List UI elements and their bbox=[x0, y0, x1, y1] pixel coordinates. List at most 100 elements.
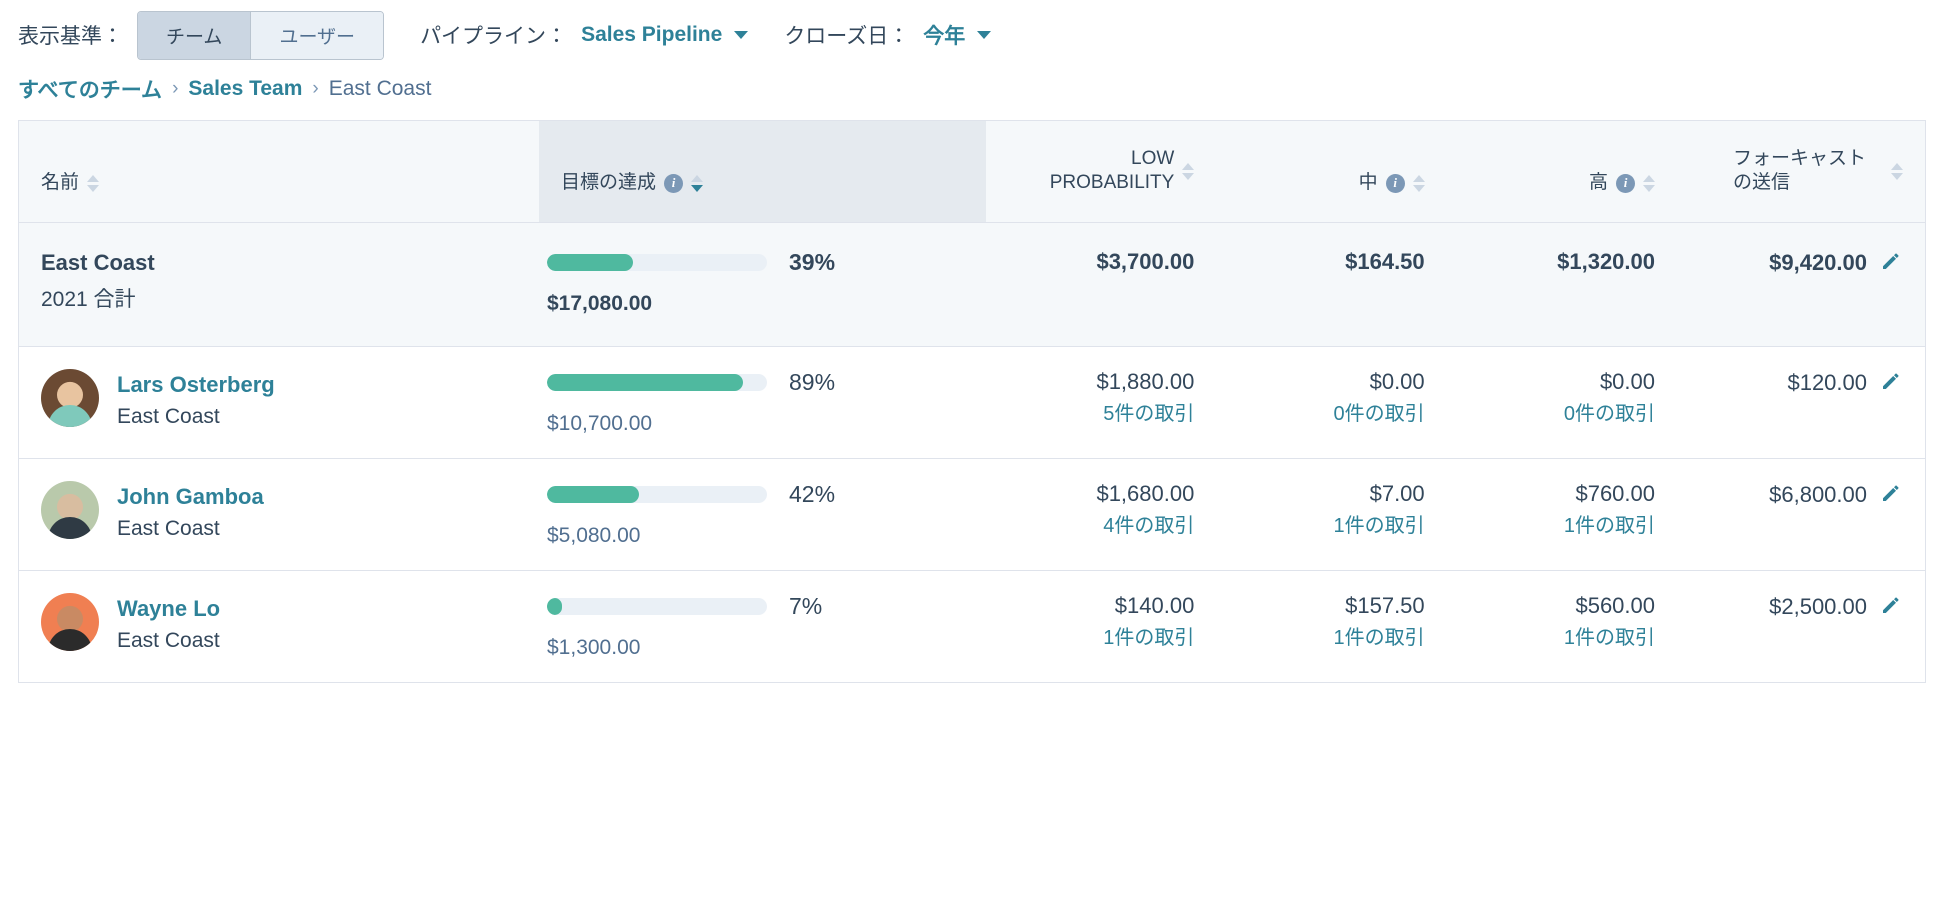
edit-pencil-icon[interactable] bbox=[1879, 249, 1903, 279]
row-goal-cell: 7% $1,300.00 bbox=[539, 570, 986, 683]
sort-toggle-low[interactable] bbox=[1182, 162, 1195, 180]
row-medium-deals-link[interactable]: 0件の取引 bbox=[1238, 401, 1425, 427]
row-goal-row: 89% bbox=[547, 369, 964, 396]
sort-desc-icon bbox=[1182, 172, 1195, 180]
column-header-goal-label: 目標の達成 bbox=[561, 172, 657, 194]
avatar-body bbox=[48, 516, 92, 539]
column-header-name-inner: 名前 bbox=[41, 171, 100, 195]
sort-toggle-goal[interactable] bbox=[691, 174, 704, 192]
avatar bbox=[41, 592, 99, 651]
view-by-toggle-group[interactable]: チーム ユーザー bbox=[137, 10, 385, 60]
row-high-cell: $760.00 1件の取引 bbox=[1446, 458, 1677, 571]
row-name-cell: Wayne Lo East Coast bbox=[19, 570, 539, 683]
row-low-deals-link[interactable]: 4件の取引 bbox=[1008, 513, 1194, 539]
column-header-forecast[interactable]: フォーキャストの送信 bbox=[1677, 121, 1925, 223]
row-goal-percent: 7% bbox=[789, 592, 823, 619]
breadcrumb-item-sales-team[interactable]: Sales Team bbox=[188, 77, 302, 101]
row-goal-amount: $1,300.00 bbox=[547, 635, 641, 659]
sort-toggle-forecast[interactable] bbox=[1891, 162, 1903, 180]
row-low-deals-link[interactable]: 1件の取引 bbox=[1008, 625, 1194, 651]
row-high-deals-link[interactable]: 0件の取引 bbox=[1469, 401, 1655, 427]
table-body: East Coast 2021 合計 39% $17,080.00 $3,700… bbox=[19, 222, 1925, 683]
sort-asc-icon bbox=[1643, 174, 1655, 182]
avatar-face bbox=[57, 605, 83, 632]
avatar bbox=[41, 480, 99, 539]
edit-pencil-icon[interactable] bbox=[1879, 481, 1903, 511]
person-name-link[interactable]: Lars Osterberg bbox=[117, 371, 275, 399]
row-medium-value: $0.00 bbox=[1369, 368, 1425, 394]
row-high-deals-link[interactable]: 1件の取引 bbox=[1469, 513, 1655, 539]
table-row: Wayne Lo East Coast 7% $1,300.00 $140.00… bbox=[19, 570, 1925, 683]
pipeline-filter[interactable]: パイプライン： Sales Pipeline bbox=[420, 20, 749, 50]
person-cell: Wayne Lo East Coast bbox=[41, 592, 517, 654]
avatar-face bbox=[57, 381, 83, 408]
view-by-label: 表示基準： bbox=[18, 25, 123, 48]
summary-title: East Coast bbox=[41, 249, 155, 275]
row-forecast-cell: $2,500.00 bbox=[1677, 570, 1925, 683]
row-high-cell: $560.00 1件の取引 bbox=[1446, 570, 1677, 683]
sort-toggle-high[interactable] bbox=[1643, 174, 1655, 192]
avatar-face bbox=[57, 493, 83, 520]
person-cell: John Gamboa East Coast bbox=[41, 480, 517, 542]
close-date-value[interactable]: 今年 bbox=[923, 20, 965, 50]
pipeline-value[interactable]: Sales Pipeline bbox=[581, 23, 722, 47]
person-name-block: Lars Osterberg East Coast bbox=[117, 369, 275, 430]
summary-low-value: $3,700.00 bbox=[1096, 248, 1195, 274]
row-forecast-value: $120.00 bbox=[1787, 370, 1867, 396]
sort-toggle-name[interactable] bbox=[87, 174, 100, 192]
row-forecast-value: $2,500.00 bbox=[1769, 594, 1867, 620]
person-name-link[interactable]: Wayne Lo bbox=[117, 595, 220, 623]
summary-forecast-inner: $9,420.00 bbox=[1769, 249, 1903, 279]
person-cell: Lars Osterberg East Coast bbox=[41, 368, 517, 430]
breadcrumb-item-all-teams[interactable]: すべてのチーム bbox=[18, 74, 162, 104]
column-header-high[interactable]: 高 i bbox=[1446, 121, 1677, 223]
row-low-deals-link[interactable]: 5件の取引 bbox=[1008, 401, 1194, 427]
column-header-forecast-inner: フォーキャストの送信 bbox=[1733, 147, 1903, 196]
segment-team[interactable]: チーム bbox=[138, 11, 251, 59]
segment-user[interactable]: ユーザー bbox=[250, 11, 384, 59]
person-team-label: East Coast bbox=[117, 629, 220, 653]
column-header-medium-label: 中 bbox=[1358, 172, 1378, 194]
info-icon[interactable]: i bbox=[1385, 173, 1405, 193]
row-high-deals-link[interactable]: 1件の取引 bbox=[1469, 625, 1655, 651]
forecast-table: 名前 目標の達成 i LOW PROBABILITY 中 i 高 i フォーキャ… bbox=[19, 121, 1925, 683]
progress-bar-track bbox=[547, 485, 767, 503]
row-forecast-cell: $120.00 bbox=[1677, 346, 1925, 459]
edit-pencil-icon[interactable] bbox=[1879, 369, 1903, 399]
column-header-medium[interactable]: 中 i bbox=[1216, 121, 1447, 223]
row-forecast-inner: $6,800.00 bbox=[1769, 481, 1903, 511]
sort-desc-icon bbox=[1891, 172, 1903, 180]
chevron-down-icon[interactable] bbox=[977, 31, 992, 39]
row-forecast-inner: $120.00 bbox=[1787, 369, 1903, 399]
info-icon[interactable]: i bbox=[1616, 173, 1635, 193]
column-header-goal[interactable]: 目標の達成 i bbox=[539, 121, 986, 223]
row-forecast-value: $6,800.00 bbox=[1769, 482, 1867, 508]
summary-high-cell: $1,320.00 bbox=[1446, 222, 1677, 347]
filter-bar: 表示基準： チーム ユーザー パイプライン： Sales Pipeline クロ… bbox=[0, 0, 1944, 70]
column-header-name[interactable]: 名前 bbox=[19, 121, 539, 223]
edit-pencil-icon[interactable] bbox=[1879, 593, 1903, 623]
sort-toggle-medium[interactable] bbox=[1412, 174, 1425, 192]
row-medium-deals-link[interactable]: 1件の取引 bbox=[1238, 625, 1425, 651]
summary-forecast-cell: $9,420.00 bbox=[1677, 222, 1925, 347]
table-header-row: 名前 目標の達成 i LOW PROBABILITY 中 i 高 i フォーキャ… bbox=[19, 121, 1925, 223]
column-header-low-inner: LOW PROBABILITY bbox=[1034, 147, 1195, 196]
row-low-cell: $1,880.00 5件の取引 bbox=[986, 346, 1217, 459]
column-header-high-label: 高 bbox=[1588, 172, 1608, 194]
person-name-block: John Gamboa East Coast bbox=[117, 481, 264, 542]
chevron-down-icon[interactable] bbox=[734, 31, 749, 39]
row-low-value: $1,680.00 bbox=[1096, 480, 1195, 506]
info-icon[interactable]: i bbox=[664, 173, 684, 193]
summary-name-cell: East Coast 2021 合計 bbox=[19, 222, 539, 347]
close-date-filter[interactable]: クローズ日： 今年 bbox=[784, 20, 992, 50]
avatar bbox=[41, 368, 99, 427]
breadcrumb-item-east-coast: East Coast bbox=[328, 77, 432, 100]
row-medium-cell: $157.50 1件の取引 bbox=[1216, 570, 1447, 683]
forecast-table-wrapper: 名前 目標の達成 i LOW PROBABILITY 中 i 高 i フォーキャ… bbox=[18, 120, 1926, 683]
progress-bar-track bbox=[547, 597, 767, 615]
column-header-low-probability[interactable]: LOW PROBABILITY bbox=[986, 121, 1217, 223]
summary-goal-row: 39% bbox=[547, 249, 964, 276]
table-row-summary: East Coast 2021 合計 39% $17,080.00 $3,700… bbox=[19, 222, 1925, 347]
person-name-link[interactable]: John Gamboa bbox=[117, 483, 264, 511]
row-medium-deals-link[interactable]: 1件の取引 bbox=[1238, 513, 1425, 539]
